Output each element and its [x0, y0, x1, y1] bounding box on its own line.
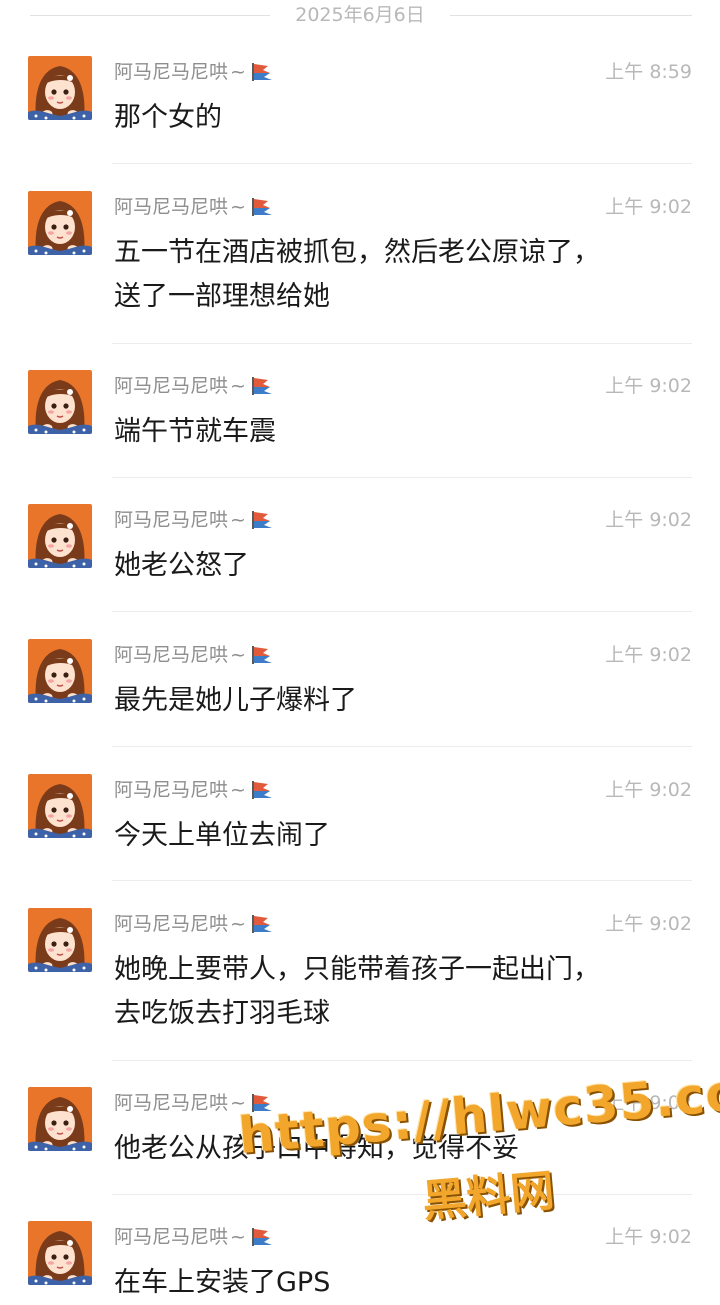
sender-name: 阿马尼马尼哄 ~ [114, 1089, 274, 1117]
sender-name: 阿马尼马尼哄 ~ [114, 58, 274, 86]
sender-name: 阿马尼马尼哄 ~ [114, 193, 274, 221]
message-text[interactable]: 端午节就车震 [114, 410, 684, 454]
sender-name-text: 阿马尼马尼哄 [114, 196, 229, 218]
flag-icon [250, 1092, 274, 1114]
message-time: 上午 9:02 [605, 375, 692, 397]
sender-name-tilde: ~ [230, 644, 246, 666]
message-line: 最先是她儿子爆料了 [114, 685, 357, 716]
message-time: 上午 9:02 [605, 196, 692, 218]
message-text[interactable]: 在车上安装了GPS [114, 1261, 684, 1305]
message-line: 那个女的 [114, 102, 222, 133]
message-time: 上午 9:02 [605, 509, 692, 531]
message-text[interactable]: 他老公从孩子口中得知，觉得不妥 [114, 1127, 684, 1171]
sender-name-text: 阿马尼马尼哄 [114, 1092, 229, 1114]
flag-icon [250, 644, 274, 666]
message-separator [112, 746, 692, 747]
avatar[interactable] [28, 639, 92, 703]
message-text[interactable]: 那个女的 [114, 96, 684, 140]
message-text[interactable]: 最先是她儿子爆料了 [114, 679, 684, 723]
sender-name: 阿马尼马尼哄 ~ [114, 641, 274, 669]
sender-name-tilde: ~ [230, 61, 246, 83]
sender-name: 阿马尼马尼哄 ~ [114, 1223, 274, 1251]
message-time: 上午 9:02 [605, 644, 692, 666]
avatar[interactable] [28, 908, 92, 972]
message-time: 上午 9:02 [605, 1092, 692, 1114]
sender-name: 阿马尼马尼哄 ~ [114, 910, 274, 938]
message-line: 送了一部理想给她 [114, 281, 330, 312]
message-text[interactable]: 她老公怒了 [114, 544, 684, 588]
sender-name-text: 阿马尼马尼哄 [114, 644, 229, 666]
divider-line-left [30, 15, 270, 16]
flag-icon [250, 375, 274, 397]
avatar[interactable] [28, 774, 92, 838]
message-time: 上午 9:02 [605, 913, 692, 935]
avatar[interactable] [28, 370, 92, 434]
message-line: 五一节在酒店被抓包，然后老公原谅了， [114, 237, 600, 268]
sender-name: 阿马尼马尼哄 ~ [114, 776, 274, 804]
sender-name-text: 阿马尼马尼哄 [114, 509, 229, 531]
sender-name-text: 阿马尼马尼哄 [114, 1226, 229, 1248]
sender-name: 阿马尼马尼哄 ~ [114, 372, 274, 400]
message-line: 端午节就车震 [114, 416, 276, 447]
sender-name-tilde: ~ [230, 375, 246, 397]
flag-icon [250, 196, 274, 218]
date-divider: 2025年6月6日 [0, 0, 720, 32]
sender-name-tilde: ~ [230, 779, 246, 801]
avatar[interactable] [28, 1221, 92, 1285]
avatar[interactable] [28, 191, 92, 255]
flag-icon [250, 61, 274, 83]
avatar[interactable] [28, 504, 92, 568]
message-time: 上午 9:02 [605, 779, 692, 801]
message-line: 在车上安装了GPS [114, 1267, 331, 1298]
message-separator [112, 477, 692, 478]
message-text[interactable]: 她晚上要带人，只能带着孩子一起出门， 去吃饭去打羽毛球 [114, 948, 684, 1036]
message-time: 上午 9:02 [605, 1226, 692, 1248]
sender-name-tilde: ~ [230, 1226, 246, 1248]
message-separator [112, 163, 692, 164]
sender-name-tilde: ~ [230, 913, 246, 935]
flag-icon [250, 779, 274, 801]
avatar[interactable] [28, 1087, 92, 1151]
sender-name-text: 阿马尼马尼哄 [114, 779, 229, 801]
message-separator [112, 1194, 692, 1195]
sender-name-tilde: ~ [230, 196, 246, 218]
sender-name-tilde: ~ [230, 1092, 246, 1114]
date-label: 2025年6月6日 [295, 4, 425, 26]
message-text[interactable]: 今天上单位去闹了 [114, 814, 684, 858]
message-separator [112, 1060, 692, 1061]
sender-name-text: 阿马尼马尼哄 [114, 61, 229, 83]
sender-name-text: 阿马尼马尼哄 [114, 375, 229, 397]
message-line: 她晚上要带人，只能带着孩子一起出门， [114, 954, 600, 985]
sender-name-tilde: ~ [230, 509, 246, 531]
divider-line-right [450, 15, 692, 16]
message-line: 她老公怒了 [114, 550, 249, 581]
sender-name-text: 阿马尼马尼哄 [114, 913, 229, 935]
sender-name: 阿马尼马尼哄 ~ [114, 506, 274, 534]
avatar[interactable] [28, 56, 92, 120]
message-line: 今天上单位去闹了 [114, 820, 330, 851]
message-time: 上午 8:59 [605, 61, 692, 83]
message-separator [112, 343, 692, 344]
message-separator [112, 611, 692, 612]
flag-icon [250, 913, 274, 935]
message-line: 去吃饭去打羽毛球 [114, 998, 330, 1029]
message-text[interactable]: 五一节在酒店被抓包，然后老公原谅了， 送了一部理想给她 [114, 231, 684, 319]
message-separator [112, 880, 692, 881]
message-line: 他老公从孩子口中得知，觉得不妥 [114, 1133, 519, 1164]
flag-icon [250, 509, 274, 531]
flag-icon [250, 1226, 274, 1248]
